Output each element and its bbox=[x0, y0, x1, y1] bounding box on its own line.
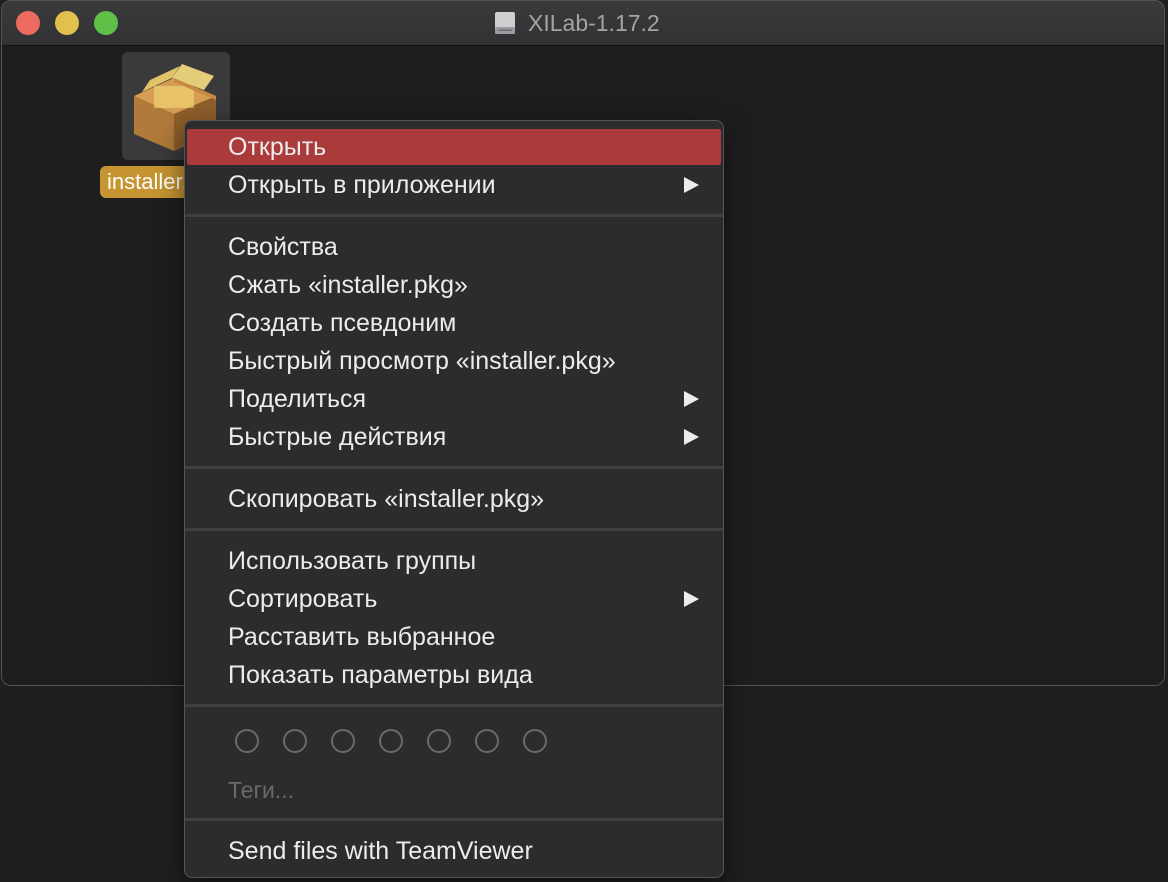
menu-item-quick-look[interactable]: Быстрый просмотр «installer.pkg» bbox=[187, 343, 721, 379]
menu-separator bbox=[185, 214, 723, 217]
menu-item-compress[interactable]: Сжать «installer.pkg» bbox=[187, 267, 721, 303]
menu-item-make-alias[interactable]: Создать псевдоним bbox=[187, 305, 721, 341]
menu-separator bbox=[185, 466, 723, 469]
menu-item-label: Использовать группы bbox=[228, 547, 477, 575]
menu-item-label: Открыть bbox=[228, 133, 327, 161]
menu-item-label: Быстрые действия bbox=[228, 423, 447, 451]
menu-item-label: Свойства bbox=[228, 233, 338, 261]
submenu-arrow-icon bbox=[684, 177, 699, 193]
submenu-arrow-icon bbox=[684, 391, 699, 407]
file-name-label[interactable]: installer.pkg bbox=[100, 166, 190, 198]
menu-item-label: Расставить выбранное bbox=[228, 623, 496, 651]
menu-item-label: Показать параметры вида bbox=[228, 661, 533, 689]
menu-item-label: Сжать «installer.pkg» bbox=[228, 271, 468, 299]
menu-item-tags[interactable]: Теги... bbox=[228, 773, 294, 807]
menu-separator bbox=[185, 528, 723, 531]
menu-separator bbox=[185, 704, 723, 707]
menu-item-view-options[interactable]: Показать параметры вида bbox=[187, 657, 721, 693]
menu-item-share[interactable]: Поделиться bbox=[187, 381, 721, 417]
context-menu: Открыть Открыть в приложении Свойства Сж… bbox=[184, 120, 724, 878]
tag-color-circle[interactable] bbox=[379, 729, 403, 753]
close-button[interactable] bbox=[16, 11, 40, 35]
disk-image-icon bbox=[495, 12, 515, 34]
menu-item-label: Сортировать bbox=[228, 585, 378, 613]
menu-item-copy[interactable]: Скопировать «installer.pkg» bbox=[187, 481, 721, 517]
tag-color-circle[interactable] bbox=[235, 729, 259, 753]
window-title: XILab-1.17.2 bbox=[528, 9, 660, 36]
menu-item-quick-actions[interactable]: Быстрые действия bbox=[187, 419, 721, 455]
window-title-group: XILab-1.17.2 bbox=[492, 9, 660, 37]
menu-item-use-groups[interactable]: Использовать группы bbox=[187, 543, 721, 579]
submenu-arrow-icon bbox=[684, 429, 699, 445]
minimize-button[interactable] bbox=[55, 11, 79, 35]
menu-item-sort[interactable]: Сортировать bbox=[187, 581, 721, 617]
submenu-arrow-icon bbox=[684, 591, 699, 607]
menu-item-label: Создать псевдоним bbox=[228, 309, 457, 337]
menu-item-label: Быстрый просмотр «installer.pkg» bbox=[228, 347, 616, 375]
title-bar[interactable]: XILab-1.17.2 bbox=[2, 1, 1164, 46]
menu-item-label: Send files with TeamViewer bbox=[228, 837, 533, 865]
menu-item-label: Открыть в приложении bbox=[228, 171, 496, 199]
tag-color-circle[interactable] bbox=[331, 729, 355, 753]
tag-color-circle[interactable] bbox=[475, 729, 499, 753]
menu-item-open-with[interactable]: Открыть в приложении bbox=[187, 167, 721, 203]
tag-color-circle[interactable] bbox=[427, 729, 451, 753]
menu-item-properties[interactable]: Свойства bbox=[187, 229, 721, 265]
menu-item-label: Поделиться bbox=[228, 385, 367, 413]
menu-separator bbox=[185, 818, 723, 821]
tag-color-circle[interactable] bbox=[283, 729, 307, 753]
menu-item-clean-up[interactable]: Расставить выбранное bbox=[187, 619, 721, 655]
menu-item-label: Скопировать «installer.pkg» bbox=[228, 485, 545, 513]
tag-color-circle[interactable] bbox=[523, 729, 547, 753]
menu-item-teamviewer[interactable]: Send files with TeamViewer bbox=[187, 833, 721, 869]
maximize-button[interactable] bbox=[94, 11, 118, 35]
menu-item-open[interactable]: Открыть bbox=[187, 129, 721, 165]
